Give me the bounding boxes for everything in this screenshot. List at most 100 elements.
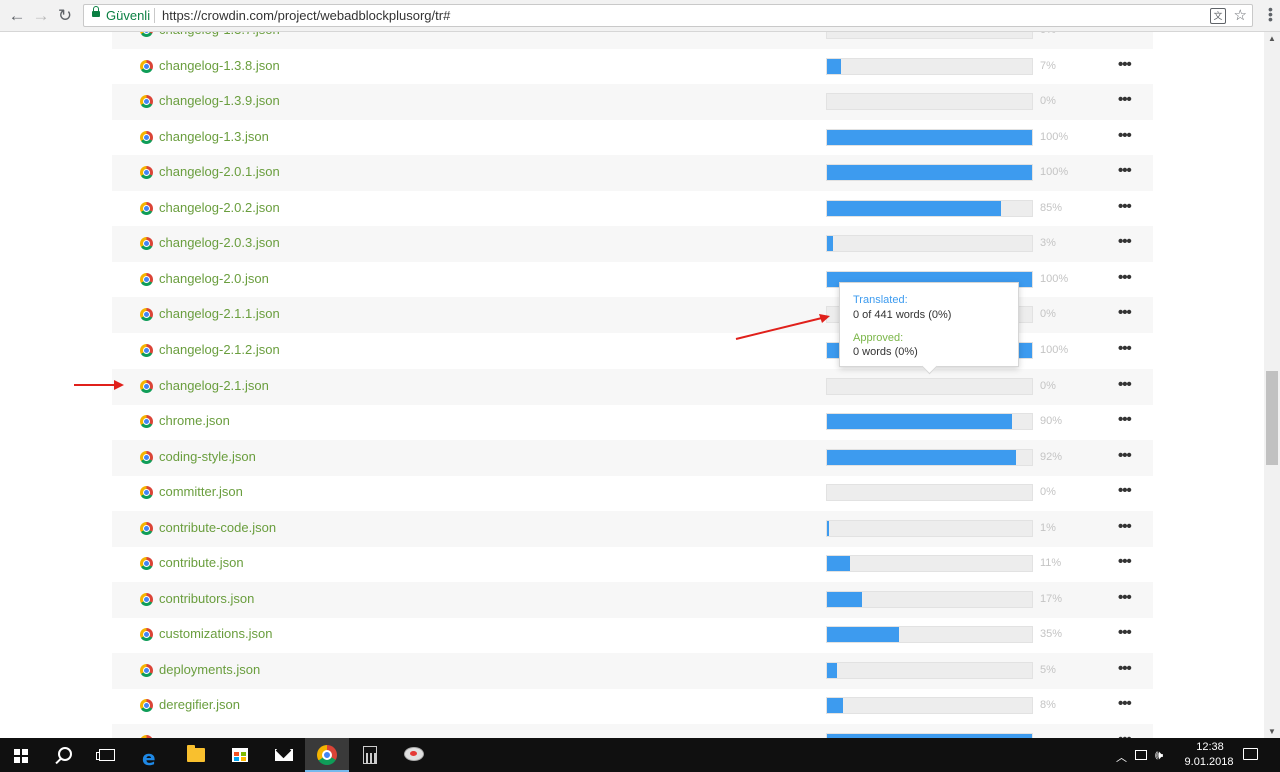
file-name-link[interactable]: changelog-1.3.json	[159, 129, 269, 144]
progress-bar[interactable]	[826, 484, 1033, 502]
more-options-icon[interactable]: •••	[1118, 376, 1132, 393]
file-row[interactable]: coding-style.json 92% •••	[112, 439, 1153, 476]
file-name-link[interactable]: contribute.json	[159, 555, 244, 570]
file-name-link[interactable]: changelog-1.3.7.json	[159, 32, 280, 37]
paint-button[interactable]	[393, 738, 437, 772]
file-name-link[interactable]: chrome.json	[159, 413, 230, 428]
more-options-icon[interactable]: •••	[1118, 340, 1132, 357]
more-options-icon[interactable]: •••	[1118, 624, 1132, 641]
store-button[interactable]	[218, 738, 262, 772]
network-icon[interactable]	[1135, 750, 1147, 760]
progress-bar[interactable]	[826, 448, 1033, 466]
star-icon[interactable]: ☆	[1234, 6, 1247, 24]
file-row[interactable]: committer.json 0% •••	[112, 475, 1153, 511]
more-options-icon[interactable]: •••	[1118, 198, 1132, 215]
file-name-link[interactable]: changelog-2.1.1.json	[159, 306, 280, 321]
mail-button[interactable]	[262, 738, 306, 772]
file-row[interactable]: customizations.json 35% •••	[112, 617, 1153, 653]
back-icon[interactable]: ←	[8, 7, 26, 25]
file-row[interactable]: changelog-1.3.json 100% •••	[112, 120, 1153, 156]
url-text[interactable]: https://crowdin.com/project/webadblockpl…	[162, 8, 450, 23]
progress-bar[interactable]	[826, 626, 1033, 644]
file-row[interactable]: contributors.json 17% •••	[112, 581, 1153, 618]
file-row[interactable]: changelog-2.0.3.json 3% •••	[112, 226, 1153, 263]
progress-bar[interactable]	[826, 57, 1033, 75]
file-row[interactable]: deployments.json 5% •••	[112, 652, 1153, 689]
more-options-icon[interactable]: •••	[1118, 56, 1132, 73]
clock-date[interactable]: 9.01.2018	[1180, 756, 1238, 768]
task-view-button[interactable]	[86, 738, 130, 772]
file-name-link[interactable]: contributors.json	[159, 591, 254, 606]
more-options-icon[interactable]: •••	[1118, 411, 1132, 428]
file-row[interactable]: changelog-1.3.9.json 0% •••	[112, 84, 1153, 121]
notification-icon[interactable]	[1243, 748, 1258, 760]
file-name-link[interactable]: changelog-1.3.9.json	[159, 93, 280, 108]
progress-bar[interactable]	[826, 519, 1033, 537]
progress-bar[interactable]	[826, 164, 1033, 182]
edge-button[interactable]: e	[130, 738, 174, 772]
file-name-link[interactable]: contribute-code.json	[159, 520, 276, 535]
file-name-link[interactable]: committer.json	[159, 484, 243, 499]
more-options-icon[interactable]: •••	[1118, 127, 1132, 144]
progress-bar[interactable]	[826, 377, 1033, 395]
progress-bar[interactable]	[826, 590, 1033, 608]
file-row[interactable]: chrome.json 90% •••	[112, 404, 1153, 440]
progress-bar[interactable]	[826, 93, 1033, 111]
file-row[interactable]: changelog-2.1.json 0% •••	[112, 368, 1153, 405]
more-options-icon[interactable]: •••	[1118, 447, 1132, 464]
file-name-link[interactable]: changelog-2.0.json	[159, 271, 269, 286]
progress-bar[interactable]	[826, 235, 1033, 253]
address-bar[interactable]: Güvenli https://crowdin.com/project/weba…	[83, 4, 1253, 27]
tray-expand-icon[interactable]: ︿	[1116, 749, 1127, 765]
file-row[interactable]: changelog-1.3.7.json 0% •••	[112, 32, 1153, 49]
file-name-link[interactable]: changelog-2.0.1.json	[159, 164, 280, 179]
progress-bar[interactable]	[826, 32, 1033, 39]
file-name-link[interactable]: deployments.json	[159, 662, 260, 677]
progress-bar[interactable]	[826, 697, 1033, 715]
more-options-icon[interactable]: •••	[1118, 32, 1132, 37]
file-name-link[interactable]: changelog-2.1.2.json	[159, 342, 280, 357]
file-row[interactable]: contribute-code.json 1% •••	[112, 510, 1153, 547]
file-name-link[interactable]: coding-style.json	[159, 449, 256, 464]
file-explorer-button[interactable]	[174, 738, 218, 772]
file-row[interactable]: contribute.json 11% •••	[112, 546, 1153, 582]
calculator-button[interactable]	[349, 738, 393, 772]
progress-bar[interactable]	[826, 128, 1033, 146]
progress-bar[interactable]	[826, 199, 1033, 217]
chrome-button[interactable]	[305, 738, 349, 772]
more-options-icon[interactable]: •••	[1118, 482, 1132, 499]
file-name-link[interactable]: changelog-2.1.json	[159, 378, 269, 393]
file-row[interactable]: changelog-2.0.1.json 100% •••	[112, 155, 1153, 192]
more-options-icon[interactable]: •••	[1118, 91, 1132, 108]
search-button[interactable]	[44, 738, 88, 772]
more-options-icon[interactable]: •••	[1118, 233, 1132, 250]
page-scrollbar[interactable]: ▲ ▼	[1264, 32, 1280, 738]
more-options-icon[interactable]: •••	[1118, 589, 1132, 606]
volume-icon[interactable]: 🕪	[1155, 747, 1163, 763]
progress-bar[interactable]	[826, 555, 1033, 573]
more-options-icon[interactable]: •••	[1118, 162, 1132, 179]
more-options-icon[interactable]: •••	[1118, 269, 1132, 286]
forward-icon[interactable]: →	[32, 7, 50, 25]
more-options-icon[interactable]: •••	[1118, 731, 1132, 738]
scrollbar-thumb[interactable]	[1266, 371, 1278, 465]
clock-time[interactable]: 12:38	[1192, 741, 1228, 753]
more-options-icon[interactable]: •••	[1118, 553, 1132, 570]
menu-icon[interactable]: • • •	[1268, 2, 1273, 26]
scroll-down-icon[interactable]: ▼	[1268, 727, 1276, 736]
start-button[interactable]	[0, 738, 44, 772]
more-options-icon[interactable]: •••	[1118, 695, 1132, 712]
more-options-icon[interactable]: •••	[1118, 660, 1132, 677]
more-options-icon[interactable]: •••	[1118, 304, 1132, 321]
file-name-link[interactable]: changelog-2.0.3.json	[159, 235, 280, 250]
more-options-icon[interactable]: •••	[1118, 518, 1132, 535]
translate-icon[interactable]: 文	[1210, 8, 1226, 24]
reload-icon[interactable]: ↻	[56, 7, 74, 25]
file-row[interactable]: deregifier.json 8% •••	[112, 688, 1153, 724]
file-name-link[interactable]: customizations.json	[159, 626, 272, 641]
progress-bar[interactable]	[826, 661, 1033, 679]
file-row[interactable]: changelog-1.3.8.json 7% •••	[112, 49, 1153, 85]
secure-label[interactable]: Güvenli	[106, 8, 150, 23]
file-row[interactable]: changelog-2.0.2.json 85% •••	[112, 191, 1153, 227]
file-row[interactable]: •••	[112, 724, 1153, 738]
